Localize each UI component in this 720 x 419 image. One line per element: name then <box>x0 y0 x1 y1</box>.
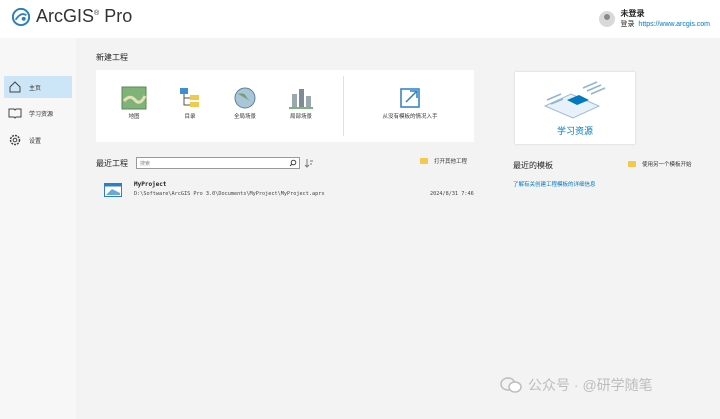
sidebar-item-label: 设置 <box>29 138 42 145</box>
learning-illustration-icon <box>543 81 606 119</box>
map-icon <box>121 86 147 110</box>
list-item[interactable]: MyProject D:\Software\ArcGIS Pro 3.0\Doc… <box>104 181 474 199</box>
sign-in-link[interactable]: 登录 <box>621 21 635 28</box>
new-global-scene-tile[interactable]: 全局场景 <box>225 86 265 120</box>
recent-templates-title: 最近的模板 <box>513 161 553 170</box>
search-placeholder: 搜索 <box>140 161 151 167</box>
tile-label: 地图 <box>128 114 140 120</box>
tile-label: 目录 <box>184 114 196 120</box>
title-bar: ArcGIS® Pro 未登录 登录 https://www.arcgis.co… <box>0 0 720 38</box>
open-arrow-icon <box>400 88 420 108</box>
start-without-template-tile[interactable]: 从没有模板的情况入手 <box>370 86 450 120</box>
watermark: 公众号 · @研学随笔 <box>500 375 653 395</box>
new-project-title: 新建工程 <box>96 53 128 62</box>
home-icon <box>9 81 21 93</box>
user-panel[interactable]: 未登录 登录 https://www.arcgis.com <box>598 8 710 30</box>
folder-icon <box>420 158 428 164</box>
recent-projects-title: 最近工程 <box>96 159 128 168</box>
user-name: 未登录 <box>620 9 645 18</box>
arcgis-logo-icon <box>12 7 30 26</box>
wechat-icon <box>500 377 522 393</box>
catalog-icon <box>180 88 199 107</box>
portal-url-link[interactable]: https://www.arcgis.com <box>638 21 710 28</box>
sidebar-item-home[interactable]: 主页 <box>4 76 72 98</box>
project-icon <box>104 183 122 197</box>
search-icon[interactable] <box>289 159 297 167</box>
app-logo: ArcGIS® Pro <box>12 6 132 27</box>
project-name: MyProject <box>134 181 167 188</box>
project-date: 2024/8/31 7:46 <box>430 191 474 197</box>
tile-label: 从没有模板的情况入手 <box>382 114 438 120</box>
project-path: D:\Software\ArcGIS Pro 3.0\Documents\MyP… <box>134 191 325 197</box>
new-map-tile[interactable]: 地图 <box>114 86 154 120</box>
open-other-project-button[interactable]: 打开其他工程 <box>420 157 467 165</box>
local-scene-icon <box>289 89 313 109</box>
tile-label: 局部场景 <box>289 114 312 120</box>
use-other-template-button[interactable]: 使用另一个模板开始 <box>628 160 692 168</box>
sidebar-item-settings[interactable]: 设置 <box>4 129 72 151</box>
globe-icon <box>234 87 256 109</box>
new-catalog-tile[interactable]: 目录 <box>170 86 210 120</box>
new-local-scene-tile[interactable]: 局部场景 <box>281 86 321 120</box>
tile-label: 全局场景 <box>233 114 256 120</box>
template-info-link[interactable]: 了解有关创建工程模板的详细信息 <box>513 180 596 188</box>
book-icon <box>8 108 22 119</box>
sidebar: 主页 学习资源 设置 <box>0 38 76 419</box>
avatar[interactable] <box>598 11 615 27</box>
gear-icon <box>9 134 21 146</box>
divider <box>343 76 344 136</box>
sidebar-item-learning[interactable]: 学习资源 <box>4 102 72 124</box>
learning-resources-label[interactable]: 学习资源 <box>515 124 635 137</box>
app-title: ArcGIS® Pro <box>36 6 133 26</box>
sort-icon[interactable] <box>304 158 314 168</box>
folder-icon <box>628 161 636 167</box>
search-input[interactable]: 搜索 <box>136 157 300 169</box>
sidebar-item-label: 主页 <box>29 85 42 92</box>
sidebar-item-label: 学习资源 <box>29 111 54 118</box>
